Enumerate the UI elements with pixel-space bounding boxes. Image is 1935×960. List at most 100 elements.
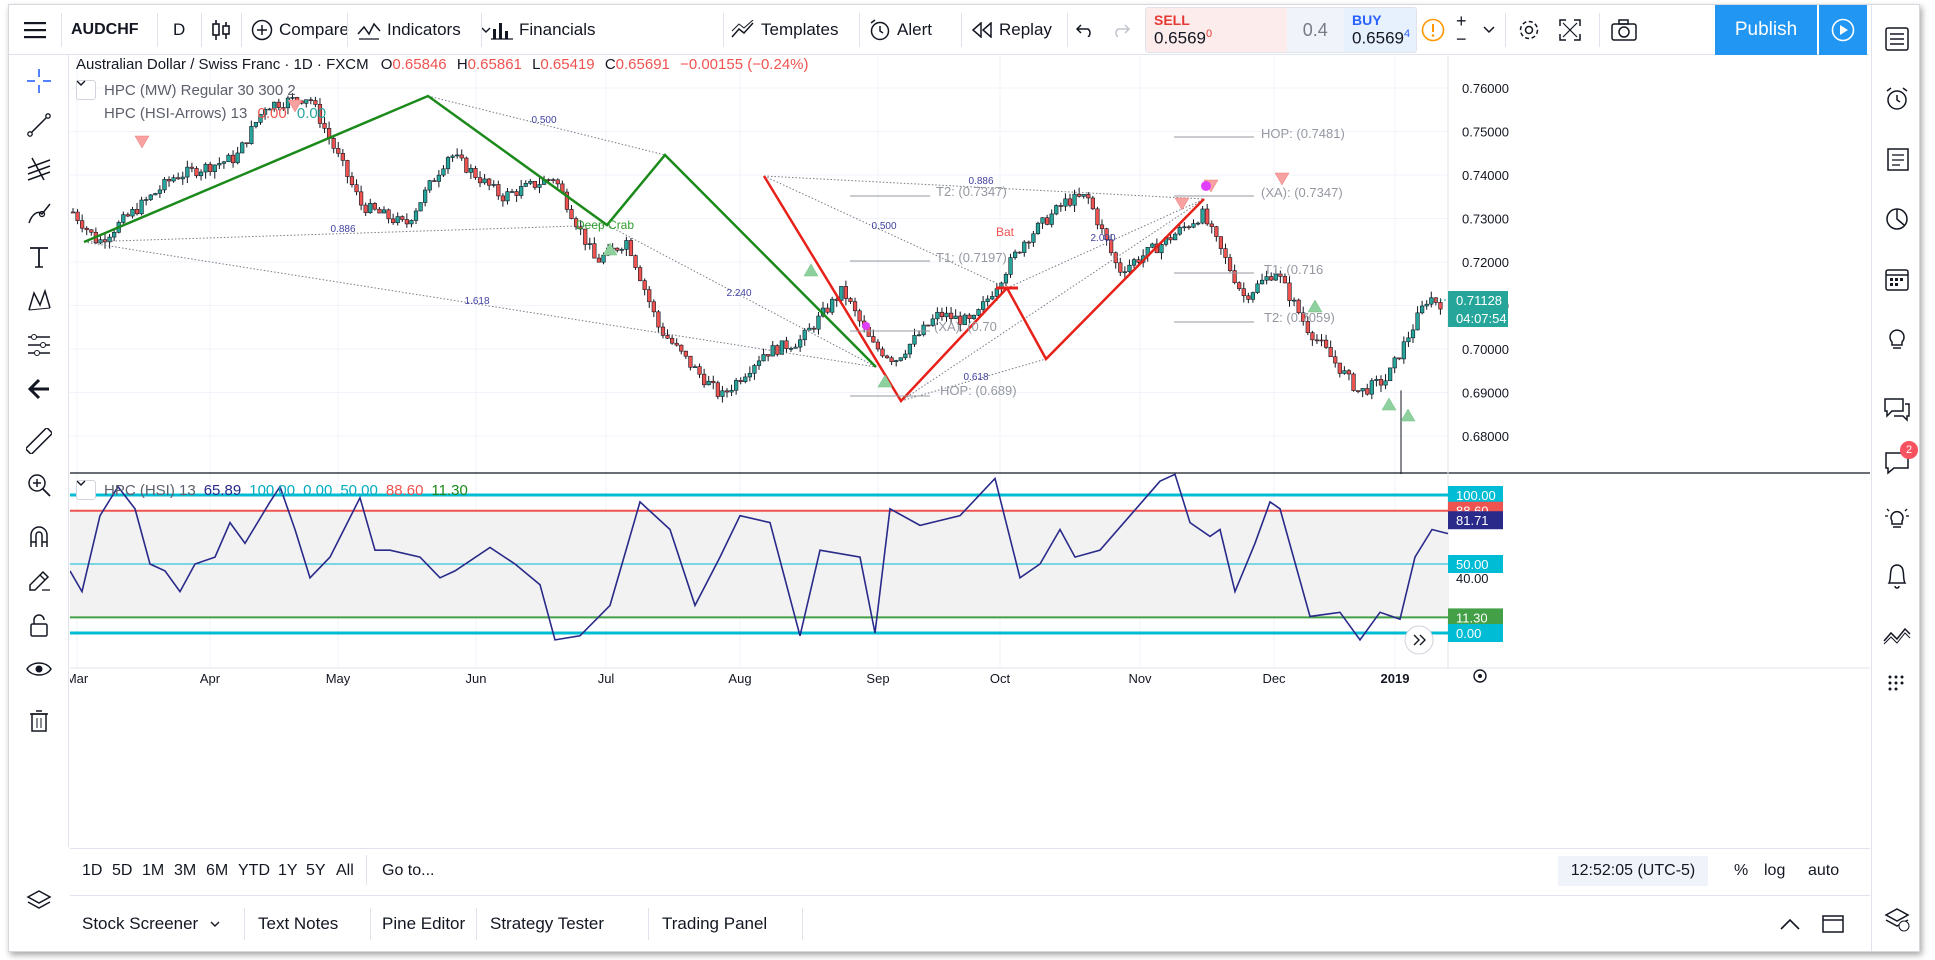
financials-button[interactable]: Financials — [491, 5, 596, 55]
chevron-down-icon[interactable] — [481, 27, 491, 33]
target-label: T2: (0.7347) — [936, 184, 1007, 199]
brush-icon[interactable] — [23, 197, 55, 229]
crosshair-icon[interactable] — [23, 65, 55, 97]
trash-icon[interactable] — [23, 705, 55, 737]
candle-body — [528, 181, 533, 184]
redo-icon[interactable] — [1111, 5, 1131, 55]
signal-star-marker — [862, 322, 870, 330]
chevron-down-icon[interactable] — [1483, 5, 1495, 55]
timeframe-1d[interactable]: 1D — [82, 849, 102, 893]
divider — [802, 908, 803, 940]
buy-button[interactable]: BUY 0.65694 — [1344, 8, 1416, 52]
candle-body — [898, 357, 903, 361]
chevron-up-icon[interactable] — [1780, 896, 1800, 951]
lock-icon[interactable] — [23, 609, 55, 641]
bell-icon[interactable] — [1881, 561, 1913, 593]
timeframe-1y[interactable]: 1Y — [278, 849, 298, 893]
chart-type-button[interactable] — [211, 5, 231, 55]
timeframe-1m[interactable]: 1M — [142, 849, 164, 893]
log-scale-toggle[interactable]: log — [1764, 849, 1785, 893]
hotlist-icon[interactable] — [1881, 203, 1913, 235]
divider — [481, 13, 482, 47]
symbol-search[interactable]: AUDCHF — [71, 5, 139, 55]
fullscreen-icon[interactable] — [1559, 5, 1581, 55]
candle-body — [1429, 297, 1434, 305]
candle-body — [839, 286, 844, 301]
target-label: HOP: (0.689) — [940, 383, 1017, 398]
candle-body — [1022, 241, 1027, 253]
candle-body — [1067, 198, 1073, 206]
price-axis-label: 0.70000 — [1462, 342, 1509, 357]
help-layers-icon[interactable] — [1881, 903, 1913, 935]
alarm-clock-icon[interactable] — [1881, 83, 1913, 115]
chart-settings-gear-icon[interactable] — [1478, 674, 1482, 678]
maximize-panel-icon[interactable] — [1822, 896, 1844, 951]
goto-button[interactable]: Go to... — [382, 849, 434, 893]
chats-icon[interactable] — [1881, 393, 1913, 425]
alert-button[interactable]: Alert — [869, 5, 932, 55]
collapse-legend-icon[interactable] — [76, 80, 96, 100]
candle-body — [624, 240, 629, 250]
hamburger-menu-icon[interactable] — [17, 5, 53, 55]
magnet-icon[interactable] — [23, 521, 55, 553]
ideas-lightbulb-icon[interactable] — [1881, 323, 1913, 355]
fib-retracement-icon[interactable] — [23, 153, 55, 185]
dom-grid-icon[interactable] — [1881, 667, 1913, 699]
text-tool-icon[interactable] — [23, 241, 55, 273]
gear-icon[interactable] — [1517, 5, 1541, 55]
timeframe-ytd[interactable]: YTD — [238, 849, 270, 893]
percent-scale-toggle[interactable]: % — [1734, 849, 1748, 893]
timeframe-3m[interactable]: 3M — [174, 849, 196, 893]
minus-icon[interactable]: − — [1456, 30, 1467, 48]
timeframe-5y[interactable]: 5Y — [306, 849, 326, 893]
chart-wave-icon[interactable] — [1881, 619, 1913, 651]
info-icon[interactable] — [1421, 5, 1445, 55]
zoom-stepper[interactable]: + − — [1456, 5, 1467, 55]
legend-close: 0.65691 — [615, 56, 670, 73]
templates-button[interactable]: Templates — [731, 5, 838, 55]
trend-line-icon[interactable] — [23, 109, 55, 141]
sell-button[interactable]: SELL 0.65690 — [1146, 8, 1287, 52]
chart-area[interactable]: 0.500 0.886 1.618 2.240 0.886 0.500 2.000 0.618… — [70, 56, 1870, 848]
indicators-button[interactable]: Indicators — [357, 5, 491, 55]
calendar-icon[interactable] — [1881, 263, 1913, 295]
candle-body — [807, 327, 812, 331]
tab-trading-panel[interactable]: Trading Panel — [604, 896, 767, 951]
replay-button[interactable]: Replay — [971, 5, 1052, 55]
pattern-tool-icon[interactable] — [23, 285, 55, 317]
interval-selector[interactable]: D — [173, 5, 185, 55]
collapse-legend-icon[interactable] — [76, 480, 96, 500]
auto-scale-toggle[interactable]: auto — [1808, 849, 1839, 893]
tab-strategy-tester[interactable]: Strategy Tester — [416, 896, 604, 951]
zoom-in-icon[interactable] — [23, 469, 55, 501]
plus-icon[interactable]: + — [1456, 12, 1467, 30]
candle-body — [473, 168, 478, 178]
camera-icon[interactable] — [1611, 5, 1637, 55]
watchlist-icon[interactable] — [1881, 23, 1913, 55]
stay-drawing-icon[interactable] — [23, 565, 55, 597]
candle-body — [939, 311, 945, 318]
legend-close-label: C — [604, 56, 616, 73]
candle-body — [1388, 367, 1393, 382]
idea-stream-icon[interactable] — [1881, 503, 1913, 535]
prediction-tool-icon[interactable] — [23, 329, 55, 361]
signal-star-marker — [1201, 181, 1211, 191]
candle-body — [1333, 356, 1338, 364]
ruler-icon[interactable] — [23, 425, 55, 457]
timeframe-all[interactable]: All — [336, 849, 354, 893]
play-icon[interactable] — [1819, 5, 1867, 55]
arrow-left-icon[interactable] — [23, 373, 55, 405]
chart-canvas[interactable]: 0.5000.8861.6182.2400.8860.5002.0000.618… — [70, 56, 1870, 848]
eye-icon[interactable] — [23, 653, 55, 685]
financials-label: Financials — [519, 20, 596, 39]
candle-body — [176, 177, 181, 180]
object-tree-icon[interactable] — [23, 885, 55, 917]
undo-icon[interactable] — [1075, 5, 1095, 55]
publish-button[interactable]: Publish — [1715, 5, 1817, 55]
clock-timezone[interactable]: 12:52:05 (UTC-5) — [1558, 856, 1708, 886]
tab-stock-screener[interactable]: Stock Screener — [82, 896, 220, 951]
data-window-icon[interactable] — [1881, 143, 1913, 175]
compare-button[interactable]: Compare — [251, 5, 349, 55]
timeframe-5d[interactable]: 5D — [112, 849, 132, 893]
timeframe-6m[interactable]: 6M — [206, 849, 228, 893]
